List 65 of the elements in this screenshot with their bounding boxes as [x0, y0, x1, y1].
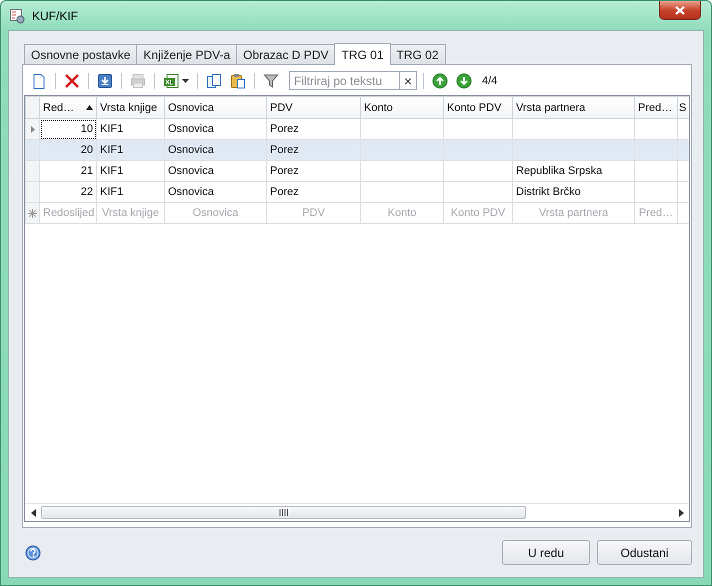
column-header[interactable]: Vrsta knjige [96, 96, 164, 118]
copy-icon [206, 72, 222, 88]
table-cell: Porez [266, 160, 360, 182]
table-row[interactable]: 20 KIF1 Osnovica Porez [26, 140, 689, 160]
table-cell [634, 160, 678, 182]
tab[interactable]: TRG 01 [334, 43, 390, 65]
column-header[interactable]: PDV [266, 96, 360, 118]
table-cell: Porez [266, 182, 360, 202]
column-header[interactable]: Konto [360, 96, 444, 118]
printer-icon [130, 72, 146, 88]
scroll-right-icon[interactable] [678, 508, 684, 516]
filter-field[interactable]: Filtriraj po tekstu × [289, 71, 417, 90]
scroll-left-icon[interactable] [30, 508, 36, 516]
horizontal-scrollbar[interactable] [25, 503, 689, 521]
table-cell: 21 [40, 160, 96, 182]
spreadsheet-icon [163, 72, 179, 88]
tab[interactable]: TRG 02 [390, 44, 446, 64]
column-header[interactable]: Konto PDV [444, 96, 512, 118]
tab[interactable]: Knjiženje PDV-a [136, 44, 238, 64]
up-arrow-button[interactable] [430, 70, 450, 90]
table-cell: Republika Srpska [512, 160, 634, 182]
close-button[interactable] [659, 1, 701, 20]
current-row-icon [31, 126, 35, 132]
down-arrow-button[interactable] [454, 70, 474, 90]
table-cell: 22 [40, 182, 96, 202]
column-header[interactable]: Pred… [634, 96, 678, 118]
filter-icon [263, 72, 279, 88]
tab[interactable]: Obrazac D PDV [236, 44, 336, 64]
table-cell [444, 160, 512, 182]
table-cell [634, 182, 678, 202]
dropdown-arrow-icon [182, 78, 189, 82]
record-count: 4/4 [482, 74, 498, 86]
delete-icon [64, 72, 80, 88]
column-header[interactable]: Osnovica [164, 96, 266, 118]
table-cell: KIF1 [96, 140, 164, 160]
table-row[interactable]: 21 KIF1 Osnovica Porez Republika Srpska [26, 160, 689, 182]
table-cell: Osnovica [164, 182, 266, 202]
app-icon [9, 8, 25, 24]
dialog-button[interactable]: U redu [502, 540, 590, 565]
new-row-icon [28, 208, 37, 218]
close-icon [675, 6, 685, 14]
dialog-button[interactable]: Odustani [597, 540, 692, 565]
table-cell [444, 140, 512, 160]
window-title: KUF/KIF [32, 8, 78, 22]
table-cell: Osnovica [164, 160, 266, 182]
paste-icon [230, 72, 246, 88]
help-icon[interactable] [25, 544, 41, 560]
sort-ascending-icon [86, 105, 93, 110]
table-cell: KIF1 [96, 160, 164, 182]
table-cell: Distrikt Brčko [512, 182, 634, 202]
table-cell: 20 [40, 140, 96, 160]
table-row[interactable]: 22 KIF1 Osnovica Porez Distrikt Brčko [26, 182, 689, 202]
grip-icon [279, 509, 288, 516]
column-header[interactable]: Vrsta partnera [512, 96, 634, 118]
table-cell: 10 [40, 118, 96, 140]
table-cell [634, 140, 678, 160]
download-icon [97, 72, 113, 88]
new-document-icon [31, 72, 47, 88]
tab[interactable]: Osnovne postavke [24, 44, 138, 64]
table-cell: KIF1 [96, 182, 164, 202]
column-header[interactable]: S [678, 96, 689, 118]
table-cell [444, 182, 512, 202]
table-cell: Porez [266, 140, 360, 160]
column-header[interactable]: Red… [40, 96, 96, 118]
table-cell: Osnovica [164, 140, 266, 160]
